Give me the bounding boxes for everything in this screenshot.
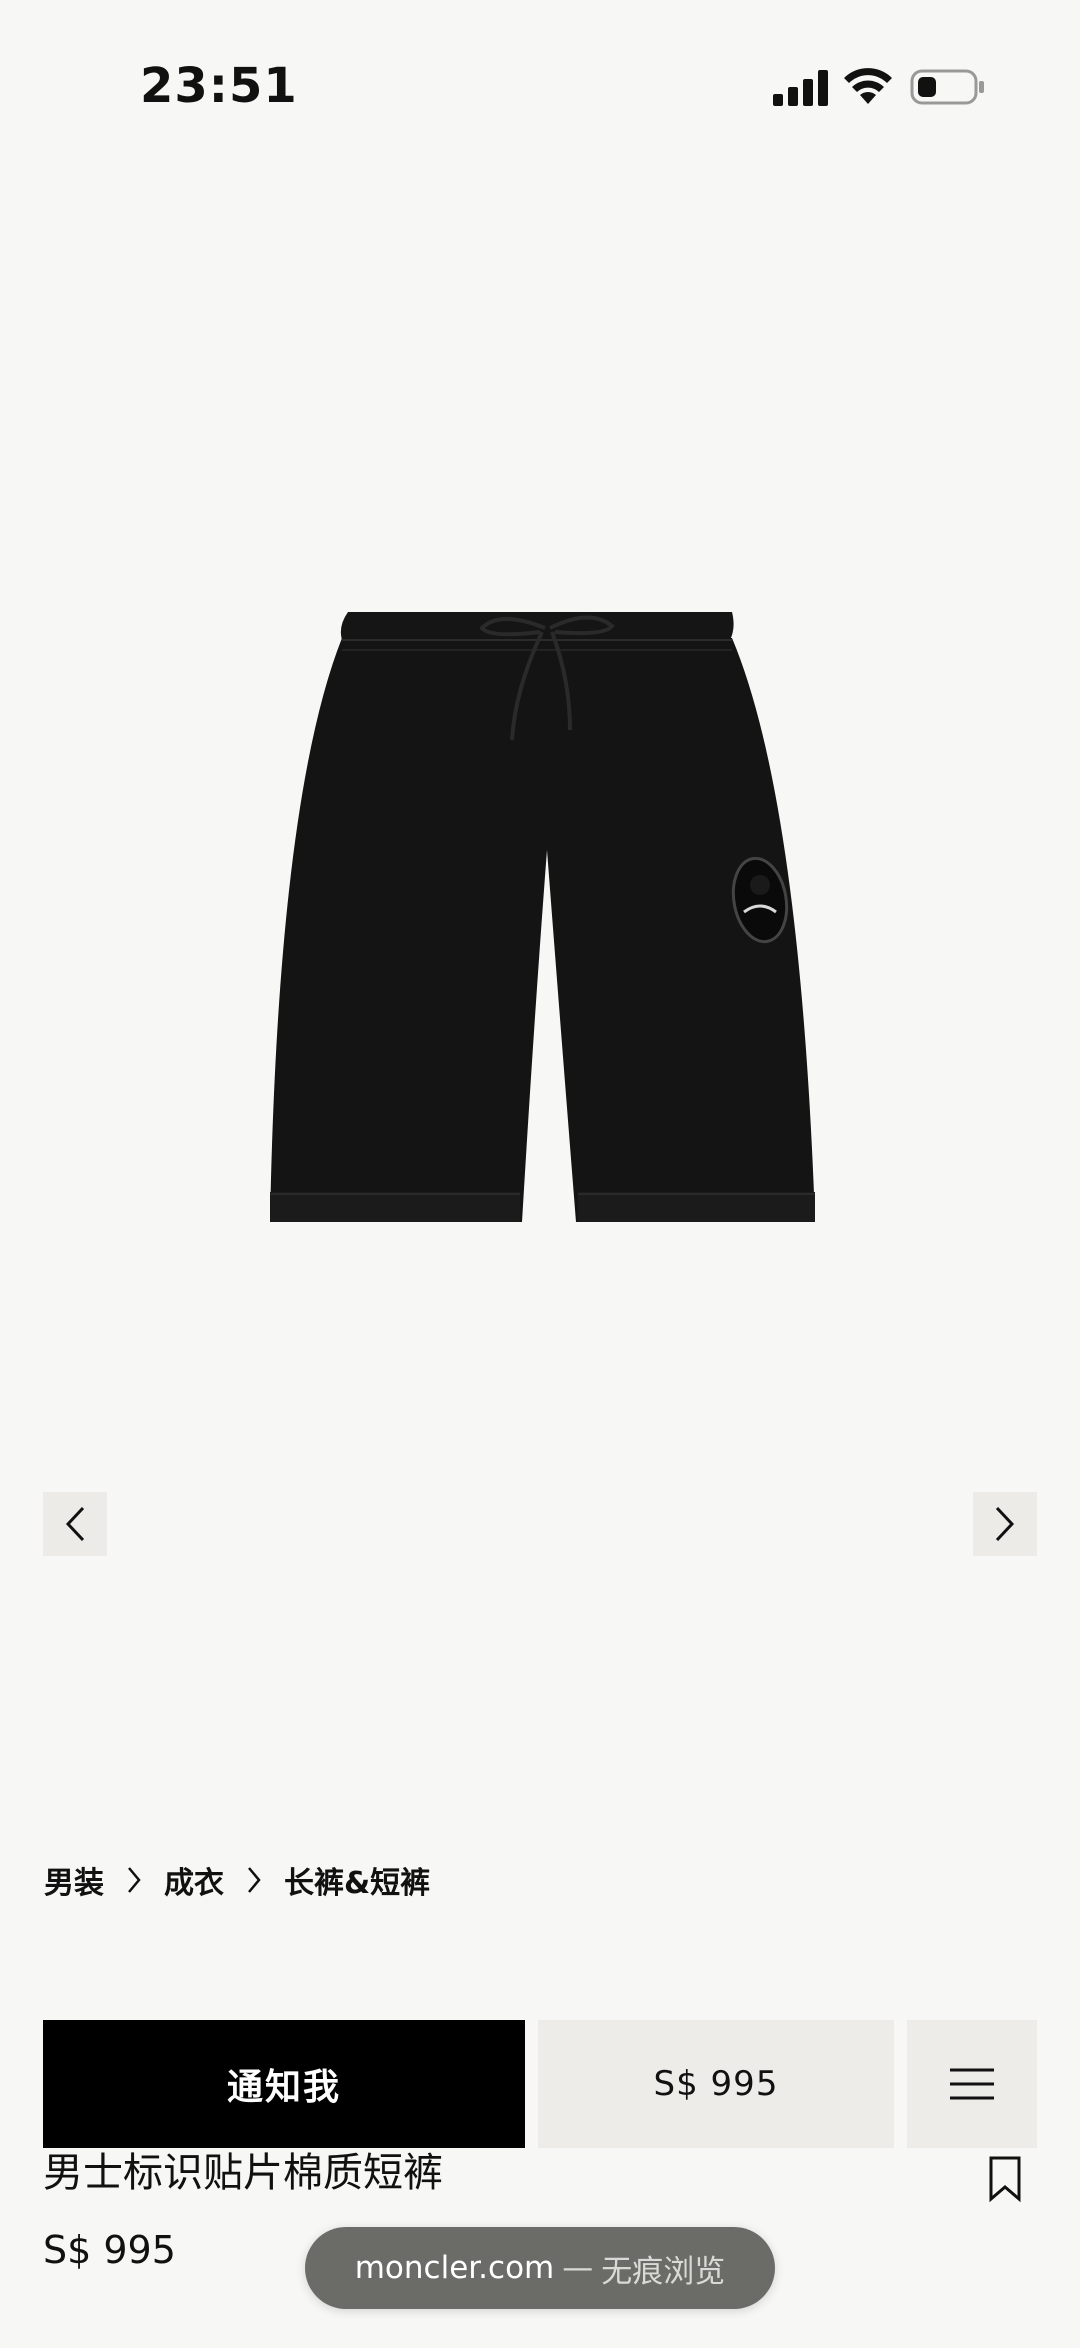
status-bar: 23:51 <box>0 0 1080 180</box>
status-time: 23:51 <box>140 58 298 114</box>
browser-address-pill[interactable]: moncler.com — 无痕浏览 <box>305 2227 775 2309</box>
url-domain: moncler.com <box>354 2250 555 2286</box>
breadcrumb-item-menswear[interactable]: 男装 <box>44 1858 104 1902</box>
bookmark-icon[interactable] <box>985 2155 1025 2203</box>
product-price: S$ 995 <box>43 2228 176 2272</box>
breadcrumb-item-ready-to-wear[interactable]: 成衣 <box>164 1858 224 1902</box>
menu-button[interactable] <box>907 2020 1037 2148</box>
notify-me-button[interactable]: 通知我 <box>43 2020 525 2148</box>
private-browsing-label: 无痕浏览 <box>601 2253 726 2290</box>
chevron-left-icon <box>65 1506 85 1542</box>
product-image-shorts[interactable] <box>260 600 830 1240</box>
price-display: S$ 995 <box>538 2020 894 2148</box>
chevron-right-icon <box>126 1866 142 1894</box>
sticky-action-bar: 通知我 S$ 995 <box>43 2020 1037 2148</box>
chevron-right-icon <box>995 1506 1015 1542</box>
chevron-right-icon <box>246 1866 262 1894</box>
prev-image-button[interactable] <box>43 1492 107 1556</box>
hamburger-menu-icon <box>950 2068 994 2100</box>
cellular-signal-icon <box>773 70 828 106</box>
url-separator: — <box>562 2250 594 2286</box>
next-image-button[interactable] <box>973 1492 1037 1556</box>
breadcrumb-item-trousers-shorts[interactable]: 长裤&短裤 <box>284 1858 430 1902</box>
battery-icon <box>910 69 984 105</box>
breadcrumb: 男装 成衣 长裤&短裤 <box>44 1855 430 1905</box>
product-title: 男士标识贴片棉质短裤 <box>43 2150 443 2196</box>
wifi-icon <box>844 68 892 104</box>
